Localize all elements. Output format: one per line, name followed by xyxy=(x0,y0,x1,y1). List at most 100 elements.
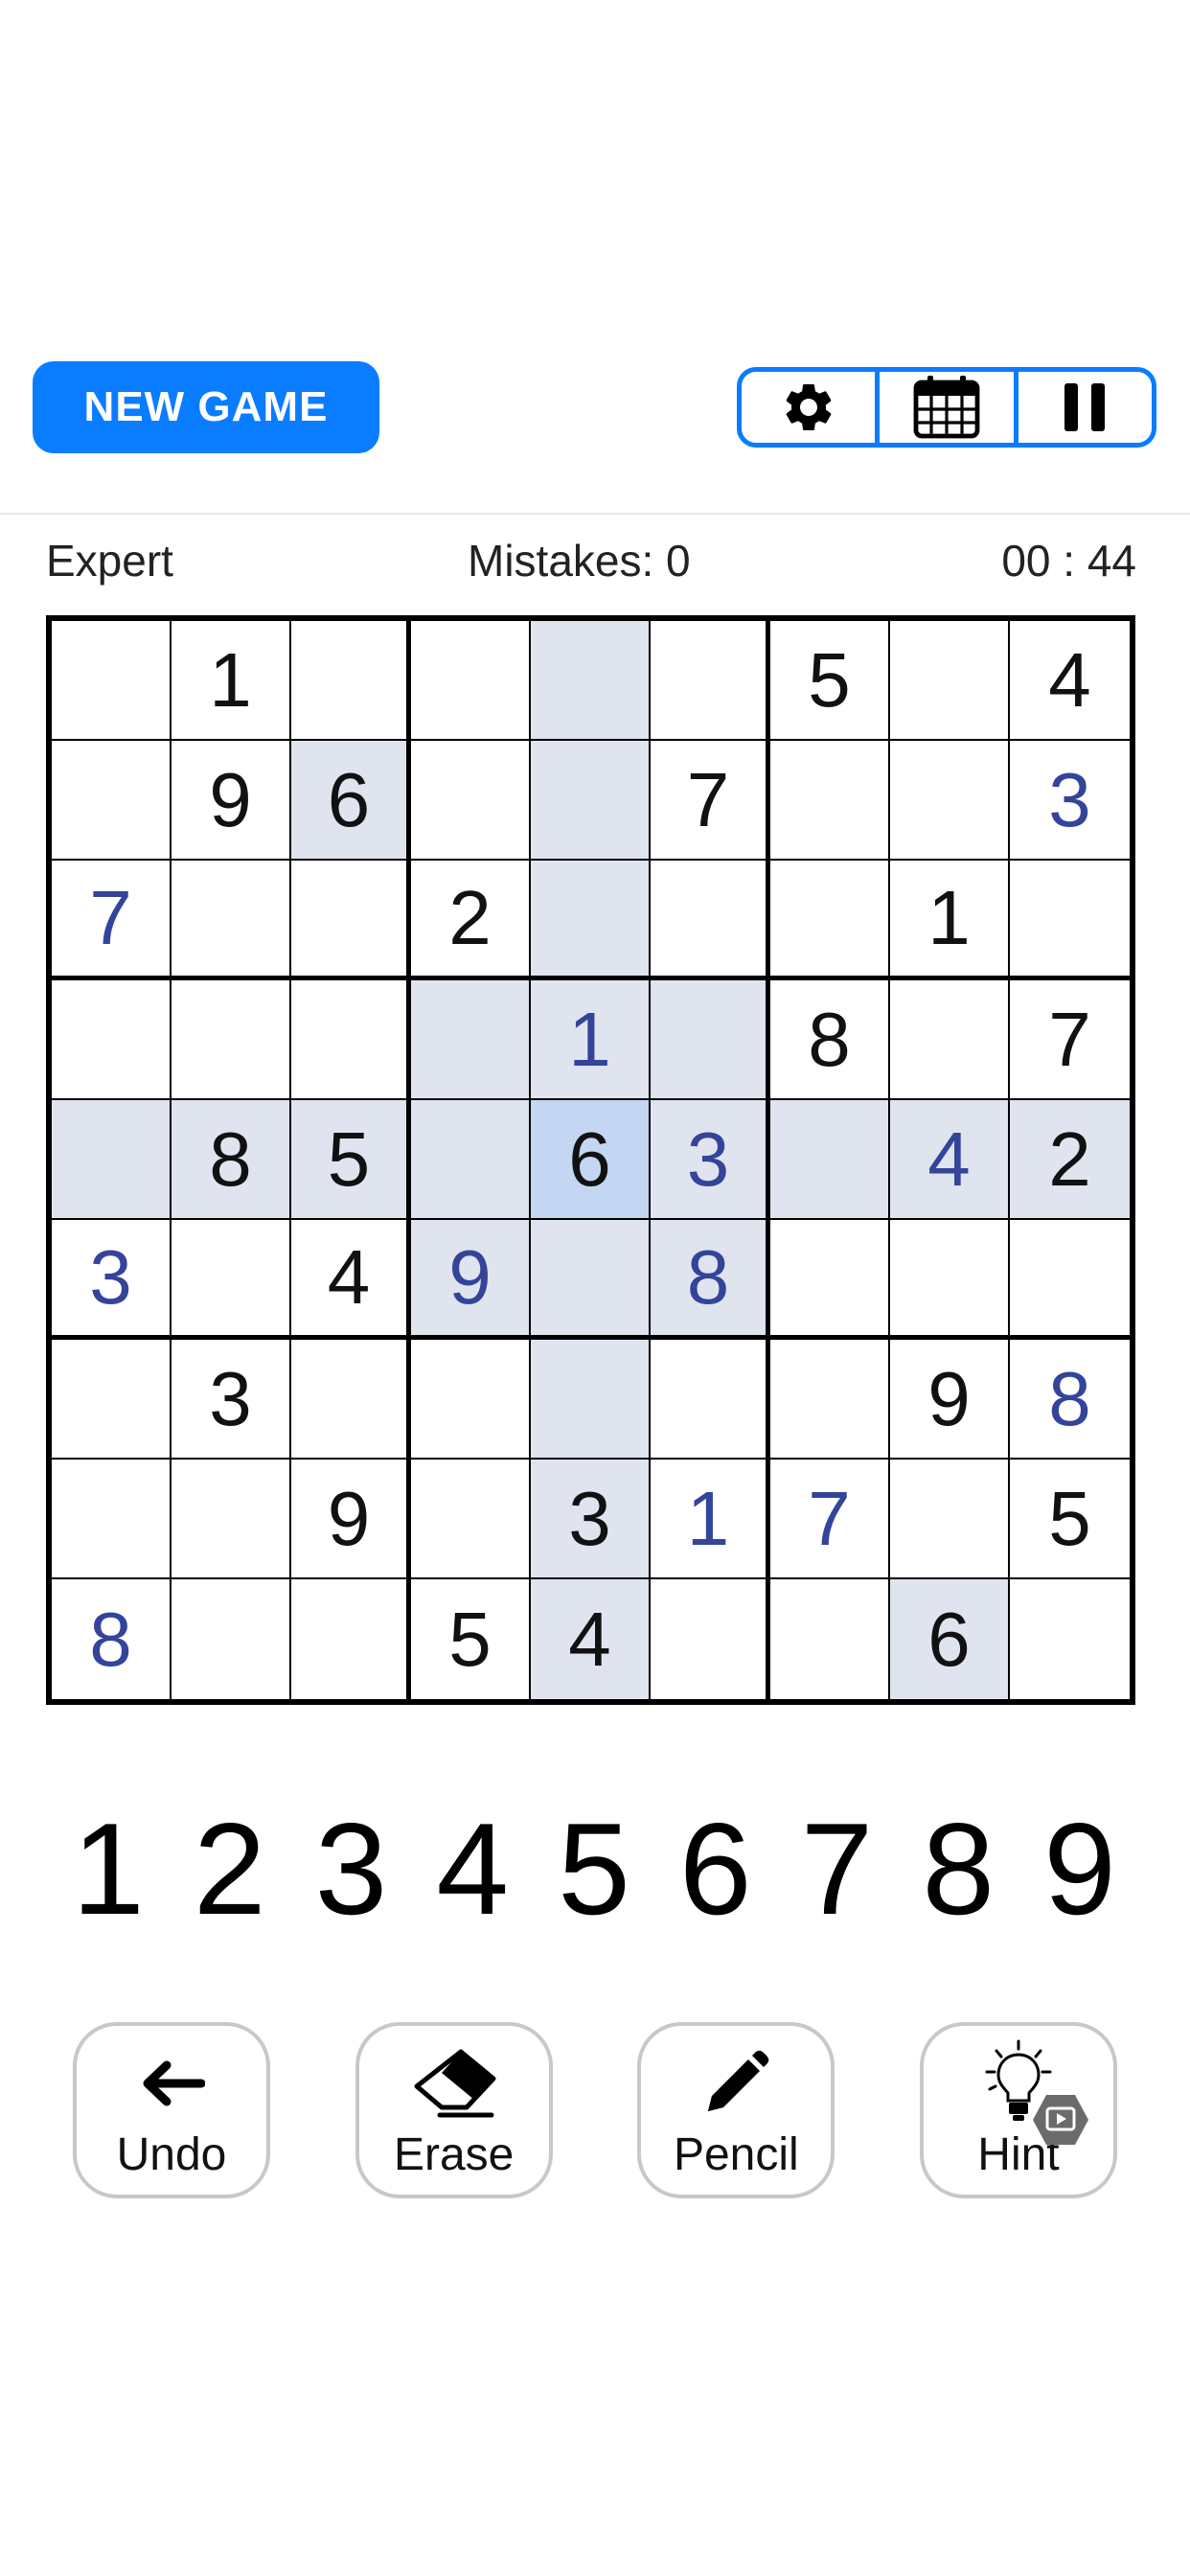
sudoku-cell[interactable]: 9 xyxy=(172,741,291,861)
sudoku-cell[interactable]: 2 xyxy=(1010,1100,1130,1220)
sudoku-cell[interactable] xyxy=(890,621,1010,741)
number-key-8[interactable]: 8 xyxy=(898,1796,1018,1942)
sudoku-cell[interactable] xyxy=(770,1220,890,1340)
sudoku-cell[interactable] xyxy=(890,980,1010,1100)
sudoku-cell[interactable]: 1 xyxy=(531,980,651,1100)
sudoku-cell[interactable] xyxy=(172,1460,291,1579)
sudoku-cell[interactable]: 8 xyxy=(1010,1340,1130,1460)
sudoku-cell[interactable] xyxy=(531,861,651,980)
sudoku-cell[interactable] xyxy=(411,1340,531,1460)
sudoku-cell[interactable] xyxy=(890,1460,1010,1579)
sudoku-cell[interactable]: 5 xyxy=(291,1100,411,1220)
sudoku-cell[interactable] xyxy=(291,980,411,1100)
sudoku-cell[interactable]: 4 xyxy=(291,1220,411,1340)
sudoku-cell[interactable] xyxy=(770,861,890,980)
sudoku-cell[interactable] xyxy=(890,741,1010,861)
sudoku-cell[interactable] xyxy=(770,1579,890,1699)
sudoku-cell[interactable] xyxy=(770,1100,890,1220)
sudoku-cell[interactable] xyxy=(531,741,651,861)
pencil-button[interactable]: Pencil xyxy=(637,2022,835,2198)
number-key-9[interactable]: 9 xyxy=(1019,1796,1140,1942)
sudoku-cell[interactable] xyxy=(531,621,651,741)
sudoku-cell[interactable] xyxy=(172,1579,291,1699)
sudoku-cell[interactable]: 7 xyxy=(1010,980,1130,1100)
sudoku-cell[interactable]: 6 xyxy=(890,1579,1010,1699)
sudoku-cell[interactable] xyxy=(651,621,770,741)
hint-button[interactable]: Hint xyxy=(919,2022,1117,2198)
sudoku-cell[interactable] xyxy=(531,1340,651,1460)
sudoku-cell[interactable]: 9 xyxy=(291,1460,411,1579)
sudoku-cell[interactable] xyxy=(411,621,531,741)
number-key-3[interactable]: 3 xyxy=(291,1796,412,1942)
number-key-1[interactable]: 1 xyxy=(48,1796,169,1942)
sudoku-cell[interactable]: 9 xyxy=(890,1340,1010,1460)
sudoku-cell[interactable]: 5 xyxy=(411,1579,531,1699)
calendar-icon xyxy=(913,376,980,439)
sudoku-cell[interactable] xyxy=(1010,1220,1130,1340)
sudoku-cell[interactable] xyxy=(172,980,291,1100)
sudoku-cell[interactable]: 1 xyxy=(890,861,1010,980)
sudoku-cell[interactable] xyxy=(411,741,531,861)
sudoku-cell[interactable]: 3 xyxy=(172,1340,291,1460)
number-key-2[interactable]: 2 xyxy=(170,1796,290,1942)
sudoku-cell[interactable] xyxy=(651,980,770,1100)
sudoku-cell[interactable]: 9 xyxy=(411,1220,531,1340)
sudoku-cell[interactable] xyxy=(651,1340,770,1460)
sudoku-cell[interactable]: 3 xyxy=(531,1460,651,1579)
sudoku-cell[interactable] xyxy=(172,861,291,980)
sudoku-cell[interactable] xyxy=(291,861,411,980)
sudoku-cell[interactable] xyxy=(411,1100,531,1220)
sudoku-cell[interactable]: 8 xyxy=(651,1220,770,1340)
sudoku-cell[interactable] xyxy=(52,980,172,1100)
sudoku-cell[interactable]: 1 xyxy=(651,1460,770,1579)
sudoku-cell[interactable]: 7 xyxy=(770,1460,890,1579)
sudoku-cell[interactable] xyxy=(651,861,770,980)
sudoku-cell[interactable]: 3 xyxy=(52,1220,172,1340)
sudoku-cell[interactable]: 4 xyxy=(1010,621,1130,741)
sudoku-cell[interactable] xyxy=(531,1220,651,1340)
sudoku-cell[interactable] xyxy=(1010,861,1130,980)
sudoku-cell[interactable]: 3 xyxy=(1010,741,1130,861)
sudoku-cell[interactable]: 4 xyxy=(890,1100,1010,1220)
sudoku-cell[interactable]: 2 xyxy=(411,861,531,980)
sudoku-cell[interactable] xyxy=(172,1220,291,1340)
game-timer: 00 : 44 xyxy=(1001,536,1136,586)
erase-button[interactable]: Erase xyxy=(355,2022,553,2198)
sudoku-cell[interactable] xyxy=(291,621,411,741)
sudoku-cell[interactable] xyxy=(411,980,531,1100)
settings-button[interactable] xyxy=(742,372,875,443)
sudoku-cell[interactable] xyxy=(291,1579,411,1699)
sudoku-cell[interactable] xyxy=(52,741,172,861)
undo-button[interactable]: Undo xyxy=(73,2022,270,2198)
sudoku-cell[interactable]: 6 xyxy=(531,1100,651,1220)
sudoku-cell[interactable]: 8 xyxy=(172,1100,291,1220)
sudoku-cell[interactable]: 4 xyxy=(531,1579,651,1699)
sudoku-cell[interactable]: 8 xyxy=(52,1579,172,1699)
pause-button[interactable] xyxy=(1013,372,1152,443)
sudoku-cell[interactable] xyxy=(52,1340,172,1460)
sudoku-cell[interactable]: 5 xyxy=(1010,1460,1130,1579)
sudoku-cell[interactable] xyxy=(890,1220,1010,1340)
sudoku-cell[interactable] xyxy=(770,1340,890,1460)
sudoku-cell[interactable]: 6 xyxy=(291,741,411,861)
sudoku-cell[interactable] xyxy=(52,1460,172,1579)
sudoku-cell[interactable]: 1 xyxy=(172,621,291,741)
calendar-button[interactable] xyxy=(875,372,1013,443)
sudoku-cell[interactable]: 7 xyxy=(52,861,172,980)
new-game-button[interactable]: NEW GAME xyxy=(33,361,379,453)
sudoku-cell[interactable] xyxy=(1010,1579,1130,1699)
number-key-5[interactable]: 5 xyxy=(534,1796,654,1942)
sudoku-cell[interactable]: 8 xyxy=(770,980,890,1100)
sudoku-cell[interactable] xyxy=(52,621,172,741)
number-key-4[interactable]: 4 xyxy=(412,1796,533,1942)
number-key-7[interactable]: 7 xyxy=(777,1796,898,1942)
sudoku-cell[interactable] xyxy=(651,1579,770,1699)
sudoku-cell[interactable]: 7 xyxy=(651,741,770,861)
sudoku-cell[interactable] xyxy=(770,741,890,861)
sudoku-cell[interactable] xyxy=(411,1460,531,1579)
sudoku-cell[interactable] xyxy=(291,1340,411,1460)
sudoku-cell[interactable]: 5 xyxy=(770,621,890,741)
number-key-6[interactable]: 6 xyxy=(655,1796,776,1942)
sudoku-cell[interactable] xyxy=(52,1100,172,1220)
sudoku-cell[interactable]: 3 xyxy=(651,1100,770,1220)
